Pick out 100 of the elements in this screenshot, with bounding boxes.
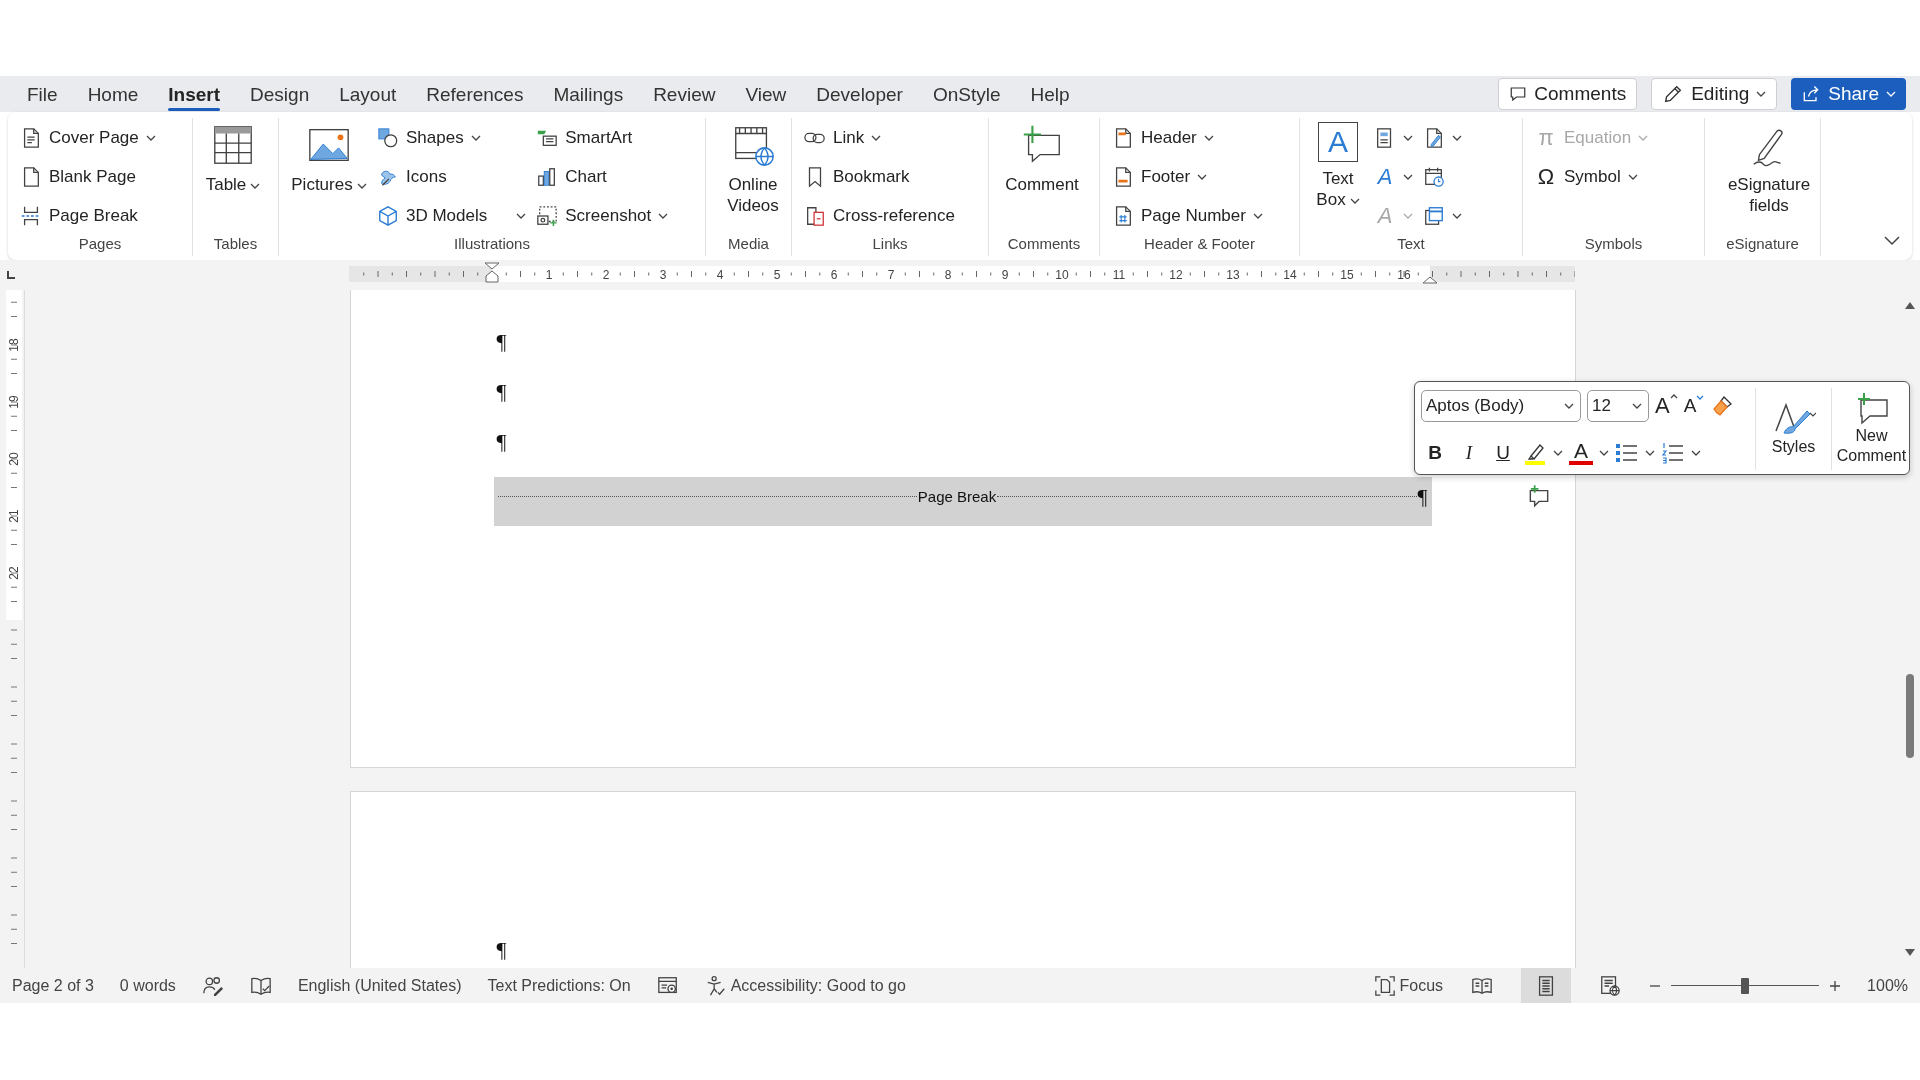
scrollbar-thumb[interactable] bbox=[1906, 674, 1914, 758]
bullets-icon[interactable] bbox=[1615, 441, 1639, 464]
ribbon-button[interactable]: Online Videos bbox=[718, 118, 788, 216]
paragraph-mark: ¶ bbox=[496, 378, 508, 406]
ruler-number: 5 bbox=[773, 267, 781, 282]
zoom-slider[interactable] bbox=[1671, 977, 1820, 994]
font-size-dropdown[interactable]: 12 bbox=[1587, 389, 1649, 422]
ruler-number: 2 bbox=[602, 267, 610, 282]
ribbon-button[interactable]: Footer bbox=[1112, 157, 1263, 196]
caret-icon bbox=[1452, 212, 1462, 219]
share-button[interactable]: Share bbox=[1791, 78, 1906, 110]
status-text[interactable]: English (United States) bbox=[297, 976, 462, 995]
symbol-glyph: A bbox=[1376, 202, 1394, 229]
group-label: Links bbox=[871, 235, 909, 254]
ribbon-tab[interactable]: Design bbox=[235, 77, 325, 111]
font-color-button[interactable]: A bbox=[1569, 440, 1593, 465]
styles-button[interactable]: Styles bbox=[1755, 388, 1831, 470]
format-button[interactable]: I bbox=[1455, 441, 1483, 464]
ribbon-button[interactable]: Table bbox=[205, 118, 261, 195]
ribbon-button[interactable]: SmartArt bbox=[536, 118, 669, 157]
ribbon-button[interactable]: Blank Page bbox=[20, 157, 156, 196]
status-text[interactable]: Page 2 of 3 bbox=[12, 976, 94, 995]
ribbon-button[interactable]: A bbox=[1374, 157, 1413, 196]
tab-stop-icon[interactable] bbox=[6, 270, 16, 280]
focus-button[interactable]: Focus bbox=[1373, 974, 1444, 997]
ribbon-button[interactable]: Pictures bbox=[291, 118, 367, 195]
cube-icon bbox=[377, 204, 399, 227]
caret-icon bbox=[1403, 173, 1413, 180]
font-dropdown[interactable]: Aptos (Body) bbox=[1421, 389, 1581, 422]
ribbon-tab[interactable]: Insert bbox=[153, 77, 236, 111]
toolbar-button[interactable]: Comments bbox=[1498, 78, 1638, 110]
zoom-in-icon[interactable] bbox=[1829, 979, 1842, 992]
numbering-icon[interactable] bbox=[1661, 441, 1685, 464]
ribbon-button[interactable]: Page Number bbox=[1112, 196, 1263, 235]
ribbon-tab[interactable]: View bbox=[730, 77, 802, 111]
grow-font-button[interactable]: A bbox=[1655, 392, 1678, 419]
ribbon-button[interactable]: Screenshot bbox=[536, 196, 669, 235]
zoom-slider-thumb[interactable] bbox=[1741, 977, 1750, 994]
format-button[interactable]: B bbox=[1421, 441, 1449, 464]
ribbon-button[interactable]: Cross-reference bbox=[804, 196, 955, 235]
caret-icon[interactable] bbox=[1599, 449, 1609, 456]
scroll-up-icon[interactable] bbox=[1904, 300, 1916, 310]
ribbon-button[interactable]: Ω Symbol bbox=[1535, 157, 1649, 196]
ribbon-button[interactable]: Link bbox=[804, 118, 955, 157]
symbol-glyph: π bbox=[1537, 124, 1555, 151]
scroll-down-icon[interactable] bbox=[1904, 948, 1916, 958]
ribbon-tab[interactable]: Layout bbox=[324, 77, 412, 111]
shrink-font-button[interactable]: A bbox=[1683, 394, 1705, 417]
text-box-icon: A bbox=[1318, 122, 1358, 162]
ribbon-button[interactable]: Header bbox=[1112, 118, 1263, 157]
ribbon-button[interactable]: Shapes bbox=[377, 118, 527, 157]
ribbon-button[interactable]: A Text Box bbox=[1312, 118, 1364, 210]
ribbon-button[interactable]: Page Break bbox=[20, 196, 156, 235]
ribbon-button[interactable]: 3D Models bbox=[377, 196, 527, 235]
caret-icon[interactable] bbox=[1645, 449, 1655, 456]
ribbon-tab[interactable]: OnStyle bbox=[917, 77, 1016, 111]
zoom-level[interactable]: 100% bbox=[1867, 976, 1908, 995]
ruler-number: 1 bbox=[545, 267, 553, 282]
collapse-ribbon-icon[interactable] bbox=[1884, 236, 1900, 246]
web-layout-icon bbox=[1599, 974, 1622, 997]
ruler-number: 18 bbox=[7, 338, 21, 352]
ribbon-tab[interactable]: Developer bbox=[801, 77, 918, 111]
ruler-number: 6 bbox=[830, 267, 838, 282]
toolbar-button[interactable]: Editing bbox=[1651, 78, 1778, 110]
caret-up-icon bbox=[1669, 392, 1678, 399]
group-label: Pages bbox=[77, 235, 123, 254]
accessibility-button[interactable]: Accessibility: Good to go bbox=[704, 974, 906, 997]
ruler-number: 16 bbox=[1397, 267, 1411, 282]
paragraph-mark: ¶ bbox=[496, 428, 508, 456]
ribbon-button[interactable]: Cover Page bbox=[20, 118, 156, 157]
comment-icon bbox=[1509, 85, 1528, 103]
view-button[interactable] bbox=[1521, 968, 1572, 1003]
ribbon-button[interactable]: Bookmark bbox=[804, 157, 955, 196]
caret-icon bbox=[1696, 394, 1705, 401]
new-comment-button[interactable]: New Comment bbox=[1831, 388, 1911, 470]
status-text[interactable]: Text Predictions: On bbox=[487, 976, 631, 995]
ribbon-tab[interactable]: Mailings bbox=[538, 77, 639, 111]
ruler-number: 20 bbox=[7, 452, 21, 466]
caret-icon bbox=[1564, 402, 1574, 409]
indent-marker[interactable] bbox=[484, 262, 500, 283]
caret-icon[interactable] bbox=[1553, 449, 1563, 456]
paragraph-mark: ¶ bbox=[496, 936, 508, 964]
ribbon-button[interactable]: Chart bbox=[536, 157, 669, 196]
group-label: Symbols bbox=[1583, 235, 1644, 254]
ribbon-tab[interactable]: Review bbox=[638, 77, 731, 111]
ribbon-button[interactable]: Comment bbox=[1001, 118, 1083, 195]
caret-icon[interactable] bbox=[1691, 449, 1701, 456]
ruler-number: 22 bbox=[7, 566, 21, 580]
format-button[interactable]: U bbox=[1489, 441, 1517, 464]
ribbon-tab[interactable]: Home bbox=[72, 77, 154, 111]
ribbon-tab[interactable]: Help bbox=[1015, 77, 1085, 111]
ruler-number: 21 bbox=[7, 509, 21, 523]
status-text[interactable]: 0 words bbox=[119, 976, 176, 995]
caret-icon bbox=[658, 212, 669, 219]
right-indent-marker[interactable] bbox=[1422, 276, 1438, 284]
ruler-number: 8 bbox=[944, 267, 952, 282]
ribbon-tab[interactable]: File bbox=[12, 77, 73, 111]
ribbon-button[interactable]: Icons bbox=[377, 157, 527, 196]
ribbon-button[interactable]: eSignature fields bbox=[1717, 118, 1821, 216]
ribbon-tab[interactable]: References bbox=[411, 77, 539, 111]
